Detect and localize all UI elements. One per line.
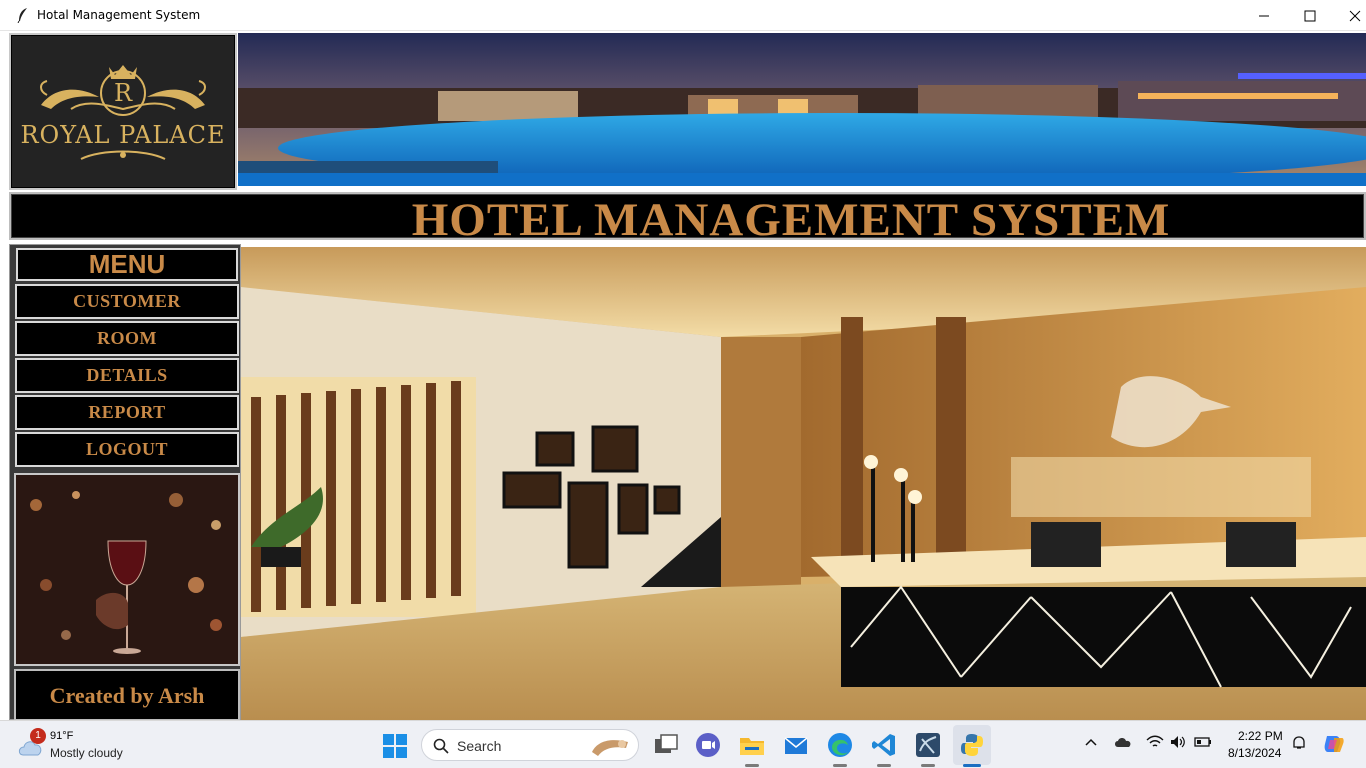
- heading-bar: HOTEL MANAGEMENT SYSTEM: [9, 192, 1366, 246]
- title-bar: Hotal Management System: [0, 0, 1366, 31]
- minimize-icon: [1259, 15, 1269, 16]
- task-view-icon[interactable]: [652, 731, 680, 759]
- close-button[interactable]: [1332, 0, 1366, 31]
- maximize-icon: [1304, 10, 1316, 21]
- logo-text: ROYAL PALACE: [20, 121, 226, 149]
- lobby-photo: [241, 247, 1366, 720]
- clock-time[interactable]: 2:22 PM: [1238, 729, 1283, 743]
- python-icon: [961, 734, 983, 756]
- cloud-icon[interactable]: [1113, 735, 1133, 752]
- menu-title: MENU: [16, 248, 238, 281]
- notification-icon[interactable]: [1291, 735, 1307, 754]
- banner-photo: [238, 33, 1366, 186]
- python-indicator: [963, 764, 981, 767]
- windows-icon: [383, 734, 407, 758]
- edge-icon[interactable]: [826, 731, 854, 759]
- details-button[interactable]: DETAILS: [15, 358, 239, 393]
- meet-icon[interactable]: [694, 731, 722, 759]
- vscode-icon[interactable]: [870, 731, 898, 759]
- search-placeholder: Search: [457, 738, 502, 754]
- volume-icon[interactable]: [1170, 735, 1186, 752]
- weather-condition[interactable]: Mostly cloudy: [50, 746, 123, 760]
- app-window: R ROYAL PALACE HOTEL MANAGEMENT SYSTEM M…: [0, 31, 1366, 720]
- royal-crest-icon: [40, 65, 206, 160]
- wifi-icon[interactable]: [1146, 735, 1164, 752]
- customer-button[interactable]: CUSTOMER: [15, 284, 239, 319]
- copilot-icon[interactable]: [1322, 732, 1346, 759]
- credit-text: Created by Arsh: [49, 683, 205, 708]
- weather-badge: 1: [30, 728, 46, 744]
- logo-monogram: R: [113, 79, 133, 107]
- logo-panel: R ROYAL PALACE: [9, 33, 237, 190]
- wine-glass-photo: [14, 473, 240, 666]
- credit-panel: Created by Arsh: [14, 669, 240, 720]
- clock-date[interactable]: 8/13/2024: [1228, 746, 1281, 760]
- report-button[interactable]: REPORT: [15, 395, 239, 430]
- mail-icon[interactable]: [782, 731, 810, 759]
- search-icon: [433, 738, 449, 754]
- window-title: Hotal Management System: [37, 8, 201, 22]
- maximize-button[interactable]: [1287, 0, 1333, 31]
- page-title: HOTEL MANAGEMENT SYSTEM: [411, 194, 1171, 246]
- search-highlight-icon: [592, 740, 628, 756]
- vscode-indicator: [877, 764, 891, 767]
- start-button[interactable]: [383, 734, 407, 758]
- chevron-up-icon[interactable]: [1084, 735, 1098, 752]
- minimize-button[interactable]: [1241, 0, 1287, 31]
- close-icon: [1349, 10, 1361, 21]
- edge-indicator: [833, 764, 847, 767]
- battery-icon[interactable]: [1194, 735, 1212, 752]
- room-button[interactable]: ROOM: [15, 321, 239, 356]
- file-explorer-icon[interactable]: [738, 731, 766, 759]
- taskbar: 1 91°F Mostly cloudy Search 2:22 PM 8/13…: [0, 720, 1366, 768]
- file-explorer-indicator: [745, 764, 759, 767]
- workbench-indicator: [921, 764, 935, 767]
- sidebar-menu: MENU CUSTOMER ROOM DETAILS REPORT LOGOUT: [9, 244, 241, 720]
- workbench-icon[interactable]: [914, 731, 942, 759]
- weather-temp[interactable]: 91°F: [50, 730, 73, 742]
- logout-button[interactable]: LOGOUT: [15, 432, 239, 467]
- feather-icon: [16, 7, 30, 24]
- taskbar-search[interactable]: Search: [421, 729, 639, 761]
- python-app-button[interactable]: [953, 725, 991, 765]
